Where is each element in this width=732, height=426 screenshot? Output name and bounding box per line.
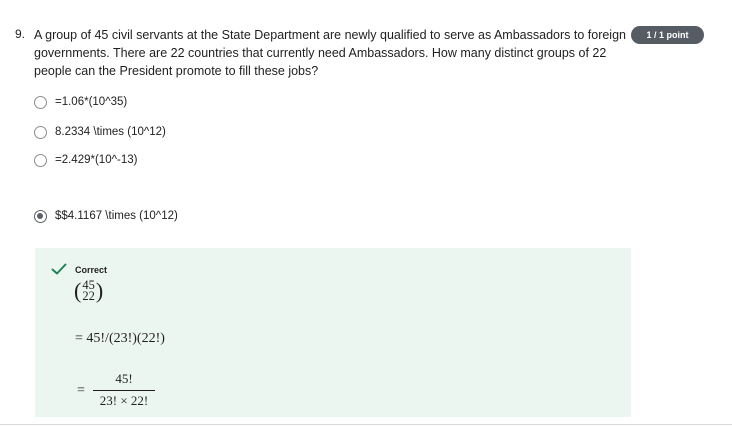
feedback-status: Correct bbox=[75, 265, 108, 275]
score-badge: 1 / 1 point bbox=[631, 26, 704, 44]
answer-option[interactable]: =1.06*(10^35) bbox=[34, 94, 127, 110]
answer-option[interactable]: =2.429*(10^-13) bbox=[34, 152, 137, 168]
equals-sign: = bbox=[77, 383, 85, 398]
fraction-denominator: 23! × 22! bbox=[99, 393, 149, 408]
answer-option-label: =1.06*(10^35) bbox=[55, 96, 128, 108]
equation-line: = 45!/(23!)(22!) bbox=[75, 331, 165, 346]
feedback-panel: Correct ( 45 22 ) = 45!/(23!)(22!) = 45!… bbox=[35, 248, 631, 417]
fraction-numerator: 45! bbox=[115, 371, 133, 386]
radio-button[interactable] bbox=[34, 95, 47, 109]
binomial-expression: ( 45 22 ) bbox=[74, 278, 104, 303]
checkmark-icon bbox=[51, 263, 67, 275]
binomial-bottom: 22 bbox=[82, 289, 95, 303]
answer-option-label: =2.429*(10^-13) bbox=[55, 154, 138, 166]
divider bbox=[0, 424, 732, 425]
question-text: A group of 45 civil servants at the Stat… bbox=[34, 28, 626, 78]
radio-button[interactable] bbox=[34, 125, 47, 139]
answer-option-label: 8.2334 \times (10^12) bbox=[55, 126, 166, 138]
radio-button[interactable] bbox=[34, 153, 47, 167]
answer-option-selected[interactable]: $$4.1167 \times (10^12) bbox=[34, 208, 178, 224]
answer-option-label: $$4.1167 \times (10^12) bbox=[55, 210, 178, 222]
question-number: 9. bbox=[15, 27, 26, 41]
answer-option[interactable]: 8.2334 \times (10^12) bbox=[34, 124, 166, 140]
fraction-bar bbox=[93, 390, 155, 391]
radio-button-selected[interactable] bbox=[34, 209, 47, 223]
fraction: 45! 23! × 22! bbox=[93, 371, 155, 409]
